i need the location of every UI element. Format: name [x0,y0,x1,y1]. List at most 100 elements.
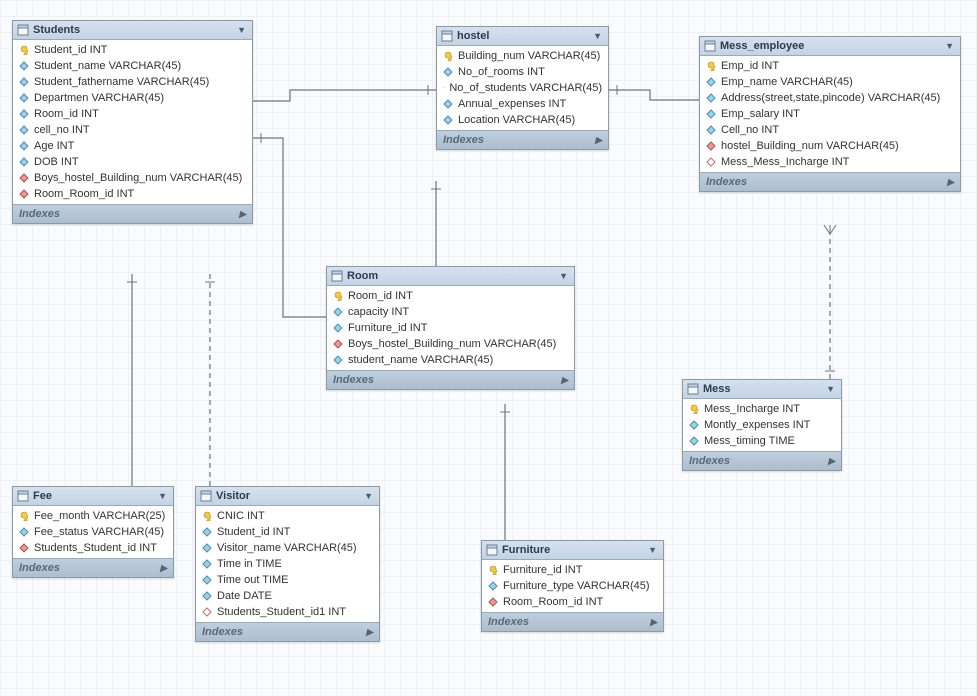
entity-header[interactable]: Students▼ [13,21,252,40]
column-row[interactable]: Students_Student_id INT [13,540,173,556]
entity-header[interactable]: Room▼ [327,267,574,286]
column-label: CNIC INT [217,510,265,522]
column-row[interactable]: Student_name VARCHAR(45) [13,58,252,74]
column-row[interactable]: Student_id INT [13,42,252,58]
entity-columns: Furniture_id INT Furniture_type VARCHAR(4… [482,560,663,612]
column-row[interactable]: Emp_id INT [700,58,960,74]
key-icon [333,291,343,301]
column-row[interactable]: capacity INT [327,304,574,320]
indexes-label: Indexes [333,374,374,386]
column-row[interactable]: Furniture_id INT [327,320,574,336]
column-label: Emp_name VARCHAR(45) [721,76,853,88]
column-row[interactable]: Time out TIME [196,572,379,588]
column-row[interactable]: Visitor_name VARCHAR(45) [196,540,379,556]
column-icon [202,543,212,553]
entity-header[interactable]: Furniture▼ [482,541,663,560]
indexes-section[interactable]: Indexes▶ [700,172,960,191]
column-label: Student_id INT [34,44,107,56]
column-row[interactable]: Emp_name VARCHAR(45) [700,74,960,90]
column-row[interactable]: Date DATE [196,588,379,604]
collapse-icon[interactable]: ▼ [945,41,954,51]
column-row[interactable]: Annual_expenses INT [437,96,608,112]
column-row[interactable]: Time in TIME [196,556,379,572]
collapse-icon[interactable]: ▼ [648,545,657,555]
column-row[interactable]: Room_Room_id INT [482,594,663,610]
column-label: Cell_no INT [721,124,779,136]
indexes-section[interactable]: Indexes▶ [482,612,663,631]
collapse-icon[interactable]: ▼ [158,491,167,501]
column-icon [19,93,29,103]
column-row[interactable]: Room_Room_id INT [13,186,252,202]
column-row[interactable]: Location VARCHAR(45) [437,112,608,128]
column-row[interactable]: Mess_Incharge INT [683,401,841,417]
column-label: Location VARCHAR(45) [458,114,575,126]
entity-columns: Building_num VARCHAR(45)No_of_rooms INTN… [437,46,608,130]
indexes-section[interactable]: Indexes▶ [683,451,841,470]
column-row[interactable]: CNIC INT [196,508,379,524]
column-row[interactable]: Address(street,state,pincode) VARCHAR(45… [700,90,960,106]
column-row[interactable]: Room_id INT [327,288,574,304]
expand-arrow-icon: ▶ [160,563,167,574]
column-label: cell_no INT [34,124,90,136]
column-label: Emp_salary INT [721,108,800,120]
entity-header[interactable]: Visitor▼ [196,487,379,506]
column-icon [706,109,716,119]
key-icon [443,51,453,61]
column-row[interactable]: Age INT [13,138,252,154]
indexes-section[interactable]: Indexes▶ [327,370,574,389]
entity-header[interactable]: hostel▼ [437,27,608,46]
entity-header[interactable]: Fee▼ [13,487,173,506]
column-row[interactable]: Mess_timing TIME [683,433,841,449]
column-row[interactable]: cell_no INT [13,122,252,138]
key-icon [19,511,29,521]
column-row[interactable]: Cell_no INT [700,122,960,138]
collapse-icon[interactable]: ▼ [237,25,246,35]
entity-students[interactable]: Students▼ Student_id INT Student_name VARC… [12,20,253,224]
entity-room[interactable]: Room▼ Room_id INTcapacity INTFurniture_id… [326,266,575,390]
entity-mess_employee[interactable]: Mess_employee▼ Emp_id INT Emp_name VARCHAR… [699,36,961,192]
column-label: Fee_month VARCHAR(25) [34,510,165,522]
column-row[interactable]: Furniture_type VARCHAR(45) [482,578,663,594]
entity-furniture[interactable]: Furniture▼ Furniture_id INT Furniture_type… [481,540,664,632]
column-row[interactable]: No_of_students VARCHAR(45) [437,80,608,96]
column-row[interactable]: Students_Student_id1 INT [196,604,379,620]
column-row[interactable]: Boys_hostel_Building_num VARCHAR(45) [327,336,574,352]
indexes-section[interactable]: Indexes▶ [196,622,379,641]
column-row[interactable]: Montly_expenses INT [683,417,841,433]
column-row[interactable]: Furniture_id INT [482,562,663,578]
column-row[interactable]: Mess_Mess_Incharge INT [700,154,960,170]
collapse-icon[interactable]: ▼ [364,491,373,501]
column-row[interactable]: Room_id INT [13,106,252,122]
entity-fee[interactable]: Fee▼ Fee_month VARCHAR(25) Fee_status VARC… [12,486,174,578]
column-label: Furniture_id INT [503,564,582,576]
column-row[interactable]: Boys_hostel_Building_num VARCHAR(45) [13,170,252,186]
column-row[interactable]: Departmen VARCHAR(45) [13,90,252,106]
column-icon [202,575,212,585]
column-row[interactable]: No_of_rooms INT [437,64,608,80]
column-row[interactable]: Student_id INT [196,524,379,540]
table-icon [331,270,343,282]
column-row[interactable]: DOB INT [13,154,252,170]
entity-header[interactable]: Mess_employee▼ [700,37,960,56]
entity-hostel[interactable]: hostel▼Building_num VARCHAR(45)No_of_roo… [436,26,609,150]
table-icon [486,544,498,556]
column-row[interactable]: Building_num VARCHAR(45) [437,48,608,64]
entity-mess[interactable]: Mess▼ Mess_Incharge INTMontly_expenses IN… [682,379,842,471]
column-row[interactable]: Fee_status VARCHAR(45) [13,524,173,540]
column-row[interactable]: Emp_salary INT [700,106,960,122]
entity-visitor[interactable]: Visitor▼ CNIC INT Student_id INTVisitor_na… [195,486,380,642]
column-icon [443,83,444,93]
collapse-icon[interactable]: ▼ [593,31,602,41]
column-row[interactable]: student_name VARCHAR(45) [327,352,574,368]
indexes-section[interactable]: Indexes▶ [13,204,252,223]
indexes-section[interactable]: Indexes▶ [13,558,173,577]
column-row[interactable]: hostel_Building_num VARCHAR(45) [700,138,960,154]
entity-header[interactable]: Mess▼ [683,380,841,399]
key-icon [706,61,716,71]
collapse-icon[interactable]: ▼ [559,271,568,281]
indexes-section[interactable]: Indexes▶ [437,130,608,149]
column-row[interactable]: Fee_month VARCHAR(25) [13,508,173,524]
column-icon [488,581,498,591]
collapse-icon[interactable]: ▼ [826,384,835,394]
column-row[interactable]: Student_fathername VARCHAR(45) [13,74,252,90]
